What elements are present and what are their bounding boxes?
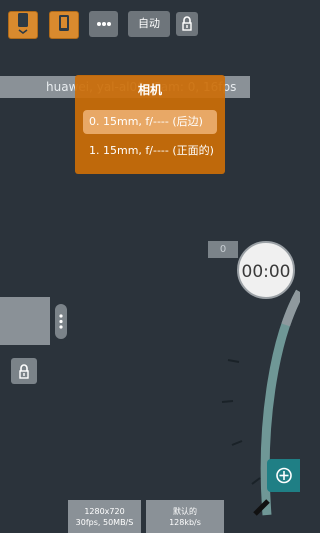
resolution-line1: 1280x720	[84, 507, 125, 516]
resolution-line2: 30fps, 50MB/S	[75, 518, 134, 527]
resolution-button[interactable]: 1280x720 30fps, 50MB/S	[68, 500, 141, 533]
audio-line2: 128kb/s	[169, 518, 201, 527]
plus-circle-icon	[276, 467, 292, 484]
audio-line1: 默认的	[173, 507, 197, 516]
add-button[interactable]	[267, 459, 300, 492]
audio-button[interactable]: 默认的 128kb/s	[146, 500, 224, 533]
zoom-dial[interactable]	[0, 0, 300, 533]
